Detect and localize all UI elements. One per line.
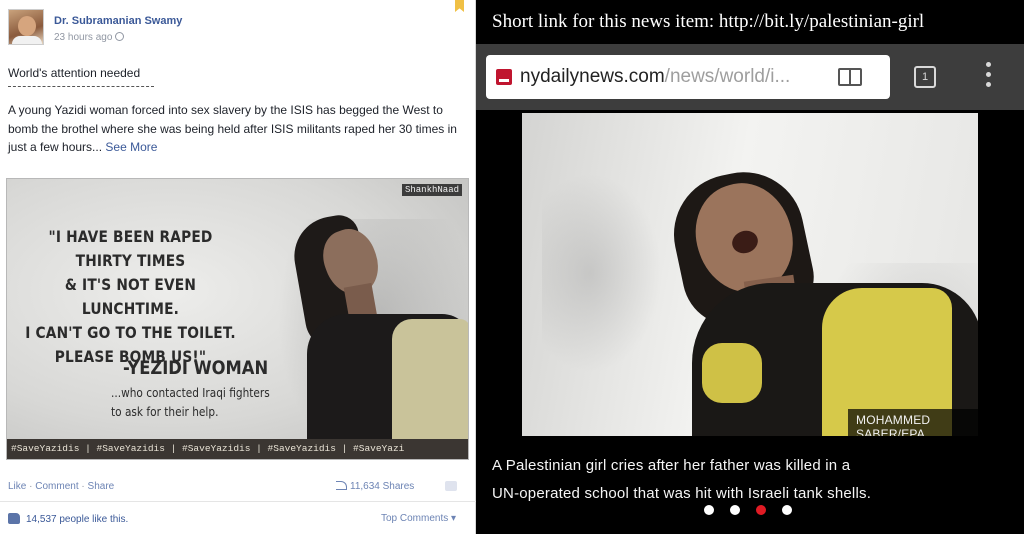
photo-wall-shading [542, 173, 662, 373]
author-name[interactable]: Dr. Subramanian Swamy [54, 15, 182, 27]
poster-quote-line: & IT'S NOT EVEN LUNCHTIME. [64, 275, 197, 318]
globe-icon [115, 32, 125, 41]
facebook-post: Dr. Subramanian Swamy 23 hours ago World… [0, 0, 476, 534]
post-image[interactable]: ShankhNaad "I HAVE BEEN RAPED THIRTY TIM… [6, 178, 469, 460]
photo-credit: MOHAMMED SABER/EPA [848, 409, 978, 436]
address-url[interactable]: nydailynews.com/news/world/i... [520, 66, 790, 88]
post-timestamp[interactable]: 23 hours ago [54, 32, 125, 43]
caption-line: A Palestinian girl cries after her fathe… [492, 457, 851, 474]
tab-switcher-icon[interactable]: 1 [914, 66, 936, 88]
bookmark-icon[interactable] [455, 0, 464, 12]
carousel-indicator [704, 502, 808, 515]
carousel-dot[interactable] [730, 505, 740, 515]
see-more-link[interactable]: See More [105, 140, 157, 154]
poster-quote-line: "I HAVE BEEN RAPED [48, 227, 213, 246]
poster-subtext-line: to ask for their help. [111, 405, 219, 419]
shares-count[interactable]: 11,634 Shares [336, 481, 414, 492]
avatar-shirt [12, 36, 42, 44]
poster-quote: "I HAVE BEEN RAPED THIRTY TIMES & IT'S N… [23, 225, 238, 369]
photo-caption: A Palestinian girl cries after her fathe… [492, 452, 1012, 508]
poster-girl-shirt [392, 319, 468, 439]
news-screenshot: Short link for this news item: http://bi… [476, 0, 1024, 534]
reader-mode-icon[interactable] [838, 68, 862, 86]
shares-count-text: 11,634 Shares [350, 481, 415, 492]
nydailynews-favicon [496, 69, 512, 85]
likes-count-text: 14,537 people like this. [26, 514, 129, 525]
comment-link[interactable]: Comment [35, 481, 78, 492]
short-link-caption: Short link for this news item: http://bi… [492, 11, 925, 32]
photo-girl-sleeve [702, 343, 762, 403]
poster-quote-line: THIRTY TIMES [75, 251, 186, 270]
action-separator: · [81, 481, 85, 492]
comment-icon[interactable] [445, 481, 457, 491]
carousel-dot[interactable] [782, 505, 792, 515]
poster-subtext: ...who contacted Iraqi fighters to ask f… [111, 384, 287, 422]
overflow-menu-icon[interactable] [985, 62, 991, 92]
url-domain: nydailynews.com [520, 66, 665, 87]
share-link[interactable]: Share [88, 481, 115, 492]
poster-subtext-line: ...who contacted Iraqi fighters [111, 386, 270, 400]
post-divider [8, 86, 154, 87]
author-avatar[interactable] [8, 9, 44, 45]
post-body-text: A young Yazidi woman forced into sex sla… [8, 103, 457, 154]
timestamp-text: 23 hours ago [54, 32, 113, 43]
url-path: /news/world/i... [664, 66, 791, 87]
avatar-face [18, 16, 36, 36]
poster-hashtag-bar: #SaveYazidis | #SaveYazidis | #SaveYazid… [7, 439, 468, 459]
article-photo[interactable]: MOHAMMED SABER/EPA [522, 113, 978, 436]
poster-brand-label: ShankhNaad [401, 184, 462, 196]
carousel-dot-active[interactable] [756, 505, 766, 515]
like-link[interactable]: Like [8, 481, 26, 492]
carousel-dot[interactable] [704, 505, 714, 515]
share-icon [336, 481, 347, 490]
poster-quote-line: I CAN'T GO TO THE TOILET. [25, 323, 236, 342]
post-actions: Like · Comment · Share [8, 481, 114, 492]
top-comments-dropdown[interactable]: Top Comments ▾ [381, 513, 456, 524]
action-separator: · [29, 481, 33, 492]
poster-attribution: -YEZIDI WOMAN [123, 357, 269, 379]
likes-summary[interactable]: 14,537 people like this. [8, 513, 128, 525]
thumbs-up-icon [8, 513, 20, 524]
footer-divider [0, 501, 476, 502]
post-title: World's attention needed [8, 66, 141, 80]
post-body: A young Yazidi woman forced into sex sla… [8, 101, 463, 157]
